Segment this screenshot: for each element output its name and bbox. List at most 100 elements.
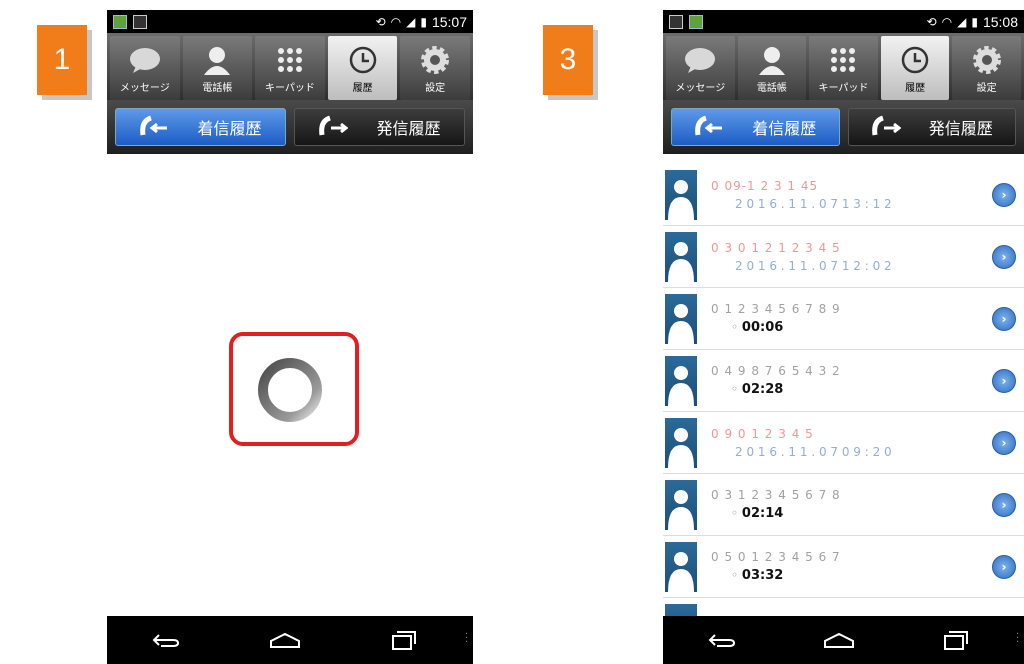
- detail-arrow-icon[interactable]: ›: [992, 368, 1016, 393]
- tab-keypad[interactable]: キーパッド: [809, 36, 878, 100]
- duration-line: ◦ 00:06: [731, 320, 784, 335]
- phone-number: 0 1 2 3 4 5 6 7 8 9: [711, 302, 841, 316]
- signal-icon: ◢: [406, 14, 416, 29]
- keypad-icon: [277, 47, 302, 72]
- detail-arrow-icon[interactable]: ›: [992, 554, 1016, 579]
- rotation-icon: ⟲: [375, 14, 386, 29]
- detail-arrow-icon[interactable]: ›: [992, 182, 1016, 207]
- recent-apps-icon: [943, 631, 968, 650]
- incoming-history-button[interactable]: 着信履歴: [115, 108, 286, 146]
- tab-message[interactable]: メッセージ: [666, 36, 735, 100]
- history-row[interactable]: 0 1 2 3 4 5 6 7 8 9 ◦ 00:06 ›: [663, 288, 1024, 350]
- battery-icon: ▮: [971, 14, 978, 29]
- tab-label: 履歴: [905, 82, 926, 94]
- history-row[interactable]: 0 4 9 8 7 6 5 4 3 2 ◦ 02:28 ›: [663, 350, 1024, 412]
- detail-arrow-icon[interactable]: ›: [992, 430, 1016, 455]
- loading-spinner-icon: [258, 358, 322, 422]
- phone-screen-history: ⟲ ◠ ◢ ▮ 15:08 メッセージ 電話帳 キーパッド 履歴 設定 着信履歴…: [663, 10, 1024, 664]
- history-row[interactable]: 0 5 0 1 2 3 4 5 6 7 ◦ 03:32 ›: [663, 536, 1024, 598]
- history-row[interactable]: 0 9 0 1 2 3 4 5 2 0 1 6 . 1 1 . 0 7 0 9 …: [663, 412, 1024, 474]
- image-notification-icon: [669, 14, 683, 29]
- overflow-menu-icon[interactable]: · · ·: [1016, 630, 1019, 648]
- person-silhouette-icon: [668, 489, 694, 530]
- gear-icon: [421, 45, 450, 74]
- main-tab-bar: メッセージ 電話帳 キーパッド 履歴 設定: [107, 33, 473, 100]
- keypad-icon: [831, 47, 856, 72]
- outgoing-history-button[interactable]: 発信履歴: [847, 108, 1016, 146]
- chat-bubble-icon: [685, 47, 716, 73]
- tab-label: 電話帳: [756, 82, 787, 94]
- tab-settings[interactable]: 設定: [400, 36, 470, 100]
- subtab-label: 発信履歴: [928, 119, 993, 138]
- incoming-history-button[interactable]: 着信履歴: [671, 108, 840, 146]
- tab-label: 履歴: [352, 82, 373, 94]
- person-silhouette-icon: [668, 241, 694, 282]
- phone-number: 0 09-1 2 3 1 45: [711, 178, 819, 193]
- avatar: [665, 169, 697, 220]
- step-3-badge: 3: [543, 25, 593, 95]
- tab-keypad[interactable]: キーパッド: [255, 36, 325, 100]
- person-silhouette-icon: [668, 365, 694, 406]
- tab-label: キーパッド: [818, 82, 869, 94]
- person-silhouette-icon: [668, 303, 694, 344]
- avatar: [665, 479, 697, 530]
- recent-apps-button[interactable]: [374, 620, 434, 660]
- home-icon: [269, 632, 300, 648]
- detail-arrow-icon[interactable]: ›: [992, 492, 1016, 517]
- status-bar: ⟲ ◠ ◢ ▮ 15:07: [107, 10, 473, 33]
- tab-label: メッセージ: [119, 82, 170, 94]
- back-button[interactable]: [136, 620, 196, 660]
- gear-icon: [972, 45, 1001, 74]
- subtab-label: 発信履歴: [376, 119, 441, 138]
- person-icon: [758, 46, 785, 75]
- clock-icon: [901, 46, 929, 73]
- outgoing-history-button[interactable]: 発信履歴: [294, 108, 465, 146]
- duration-line: ◦ 02:14: [731, 506, 784, 521]
- step-1-badge: 1: [37, 25, 87, 95]
- subtab-label: 着信履歴: [752, 119, 817, 138]
- phone-number: 0 3 0 1 2 1 2 3 4 5: [711, 240, 841, 255]
- call-duration: 02:28: [741, 382, 784, 397]
- history-row[interactable]: 0 3 1 2 3 4 5 6 7 8 ◦ 02:14 ›: [663, 474, 1024, 536]
- back-button[interactable]: [692, 620, 752, 660]
- person-silhouette-icon: [668, 551, 694, 592]
- duration-line: ◦ 02:28: [731, 382, 784, 397]
- status-bar: ⟲ ◠ ◢ ▮ 15:08: [663, 10, 1024, 33]
- main-tab-bar: メッセージ 電話帳 キーパッド 履歴 設定: [663, 33, 1024, 100]
- history-row[interactable]: 0 09-1 2 3 1 45 2 0 1 6 . 1 1 . 0 7 1 3 …: [663, 164, 1024, 226]
- history-subtabs: 着信履歴 発信履歴: [107, 100, 473, 154]
- history-row[interactable]: 0 3 0 1 2 1 2 3 4 5 2 0 1 6 . 1 1 . 0 7 …: [663, 226, 1024, 288]
- incoming-call-icon: [695, 115, 723, 136]
- battery-icon: ▮: [420, 14, 427, 29]
- detail-arrow-icon[interactable]: ›: [992, 306, 1016, 331]
- home-button[interactable]: [255, 620, 315, 660]
- call-date: 2 0 1 6 . 1 1 . 0 7 1 2 : 0 2: [735, 258, 892, 273]
- back-icon: [708, 634, 735, 647]
- clock-time: 15:07: [431, 13, 467, 30]
- avatar: [665, 355, 697, 406]
- detail-arrow-icon[interactable]: ›: [992, 244, 1016, 269]
- history-row-partial: [663, 598, 1024, 616]
- tab-label: キーパッド: [265, 82, 315, 94]
- home-icon: [823, 632, 854, 648]
- navigation-bar: · · ·: [107, 616, 473, 664]
- duration-line: ◦ 03:32: [731, 568, 784, 583]
- phone-number: 0 3 1 2 3 4 5 6 7 8: [711, 488, 841, 502]
- avatar: [665, 293, 697, 344]
- home-button[interactable]: [809, 620, 869, 660]
- navigation-bar: · · ·: [663, 616, 1024, 664]
- phone-number: 0 4 9 8 7 6 5 4 3 2: [711, 364, 841, 378]
- tab-settings[interactable]: 設定: [952, 36, 1021, 100]
- tab-history[interactable]: 履歴: [880, 36, 950, 100]
- tab-message[interactable]: メッセージ: [110, 36, 180, 100]
- tab-history[interactable]: 履歴: [327, 36, 398, 100]
- chat-bubble-icon: [129, 47, 160, 73]
- tab-phonebook[interactable]: 電話帳: [737, 36, 807, 100]
- overflow-menu-icon[interactable]: · · ·: [465, 630, 468, 648]
- tab-phonebook[interactable]: 電話帳: [182, 36, 253, 100]
- avatar: [665, 417, 697, 468]
- call-date: 2 0 1 6 . 1 1 . 0 7 1 3 : 1 2: [735, 196, 892, 211]
- recent-apps-button[interactable]: [926, 620, 986, 660]
- image-notification-icon: [133, 14, 147, 29]
- phone-number: 0 9 0 1 2 3 4 5: [711, 426, 814, 441]
